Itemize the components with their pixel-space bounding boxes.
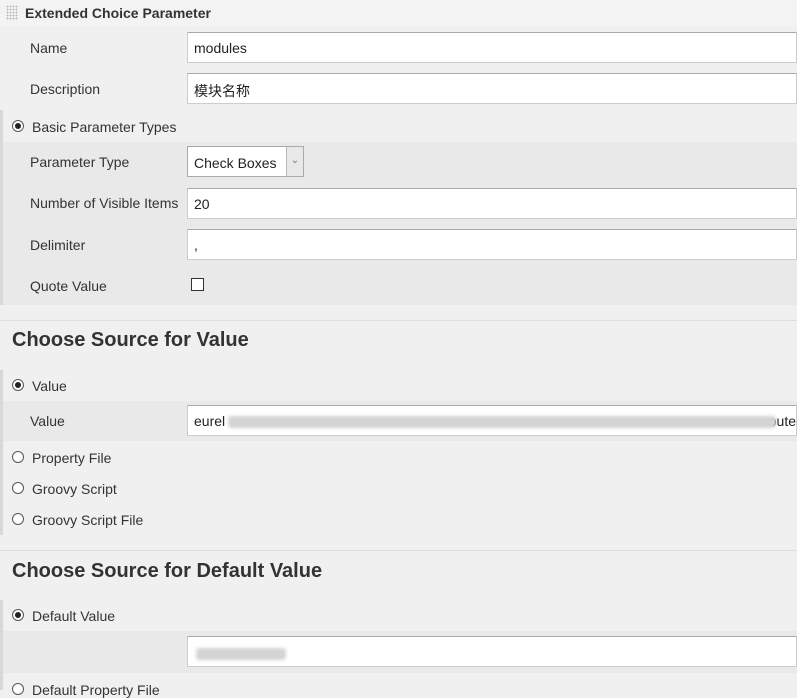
basic-parameter-types-label: Basic Parameter Types — [32, 119, 177, 135]
value-radio[interactable] — [12, 379, 24, 391]
groovy-script-file-radio[interactable] — [12, 513, 24, 525]
delimiter-label: Delimiter — [30, 237, 86, 253]
name-label: Name — [30, 40, 68, 56]
parameter-type-select[interactable]: Check Boxes ⌄ — [187, 146, 304, 177]
property-file-radio[interactable] — [12, 451, 24, 463]
visible-items-input[interactable]: 20 — [187, 188, 797, 219]
parameter-type-value: Check Boxes — [194, 155, 277, 171]
groovy-script-file-label: Groovy Script File — [32, 512, 144, 528]
description-input[interactable]: 模块名称 — [187, 73, 797, 104]
source-for-value-title: Choose Source for Value — [12, 329, 249, 351]
section-divider — [0, 320, 797, 321]
section-divider — [0, 550, 797, 551]
default-value-input[interactable] — [187, 636, 797, 667]
default-property-file-label: Default Property File — [32, 682, 160, 698]
value-field-start: eurel — [194, 413, 226, 429]
groovy-script-radio[interactable] — [12, 482, 24, 494]
visible-items-label: Number of Visible Items — [30, 195, 179, 211]
value-radio-label: Value — [32, 378, 67, 394]
chevron-down-icon[interactable]: ⌄ — [286, 147, 303, 176]
redacted-default-value — [196, 648, 286, 660]
property-file-label: Property File — [32, 450, 112, 466]
delimiter-input[interactable]: , — [187, 229, 797, 260]
quote-value-label: Quote Value — [30, 278, 107, 294]
source-value-rule — [0, 370, 3, 535]
source-for-default-title: Choose Source for Default Value — [12, 560, 323, 582]
value-field-label: Value — [30, 413, 65, 429]
value-field-input[interactable]: eurel oute — [187, 405, 797, 436]
default-value-radio[interactable] — [12, 609, 24, 621]
drag-handle-icon[interactable] — [6, 5, 18, 20]
parameter-title: Extended Choice Parameter — [25, 5, 211, 21]
groovy-script-label: Groovy Script — [32, 481, 117, 497]
default-property-file-radio[interactable] — [12, 683, 24, 695]
parameter-header: Extended Choice Parameter — [0, 0, 797, 26]
name-input[interactable]: modules — [187, 32, 797, 63]
basic-parameter-types-radio[interactable] — [12, 120, 24, 132]
quote-value-checkbox[interactable] — [191, 278, 204, 291]
parameter-type-label: Parameter Type — [30, 154, 130, 170]
redacted-value — [228, 416, 776, 428]
description-label: Description — [30, 81, 101, 97]
default-value-label: Default Value — [32, 608, 116, 624]
